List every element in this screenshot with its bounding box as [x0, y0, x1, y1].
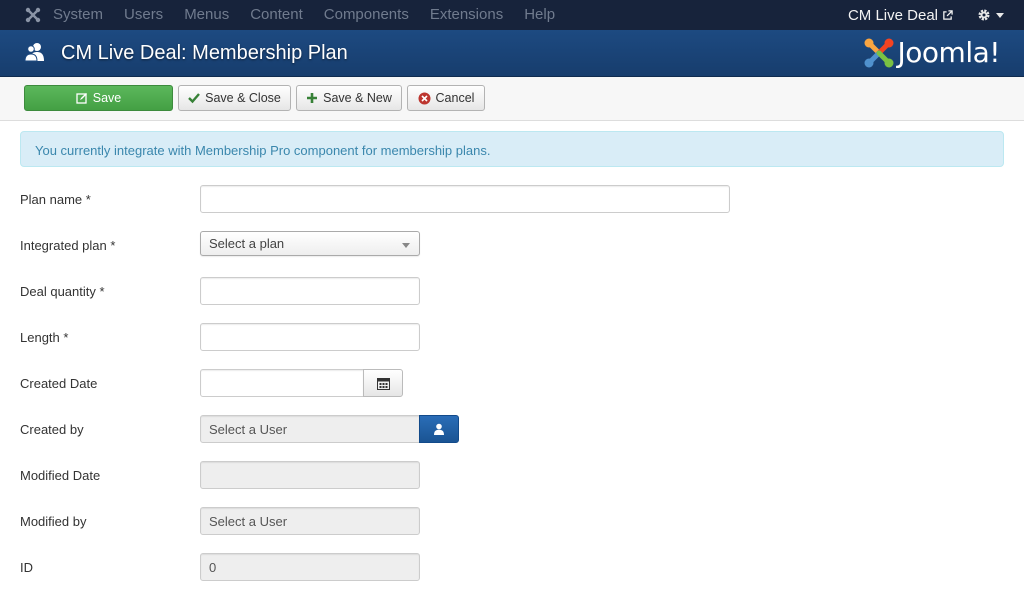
- save-close-label: Save & Close: [205, 91, 281, 105]
- modified-by-field: Select a User: [200, 507, 420, 535]
- menu-content[interactable]: Content: [250, 0, 303, 30]
- chevron-down-icon: [996, 12, 1004, 18]
- id-field: 0: [200, 553, 420, 581]
- menu-menus[interactable]: Menus: [184, 0, 229, 30]
- modified-by-label: Modified by: [20, 514, 87, 529]
- modified-date-field: [200, 461, 420, 489]
- cancel-label: Cancel: [435, 91, 475, 105]
- user-icon: [434, 423, 444, 435]
- external-link-icon: [943, 9, 953, 20]
- save-label: Save: [92, 91, 122, 105]
- top-navbar: System Users Menus Content Components Ex…: [0, 0, 1024, 30]
- deal-quantity-label: Deal quantity *: [20, 284, 105, 299]
- site-link[interactable]: CM Live Deal: [848, 7, 953, 24]
- id-label: ID: [20, 560, 33, 575]
- page-header: CM Live Deal: Membership Plan Joomla!: [0, 30, 1024, 77]
- menu-extensions[interactable]: Extensions: [430, 0, 503, 30]
- chevron-down-icon: [402, 243, 410, 248]
- integrated-plan-label: Integrated plan *: [20, 238, 116, 253]
- menu-system[interactable]: System: [53, 0, 103, 30]
- edit-icon: [76, 92, 88, 104]
- calendar-button[interactable]: [363, 369, 403, 397]
- users-icon: [24, 43, 44, 62]
- plan-name-input[interactable]: [200, 185, 730, 213]
- info-alert: You currently integrate with Membership …: [20, 131, 1004, 167]
- created-by-field: Select a User: [200, 415, 420, 443]
- calendar-icon: [376, 377, 390, 390]
- check-icon: [188, 92, 201, 104]
- page-title: CM Live Deal: Membership Plan: [61, 42, 348, 64]
- settings-dropdown[interactable]: [977, 8, 1004, 22]
- menu-users[interactable]: Users: [124, 0, 163, 30]
- cancel-circle-icon: [418, 92, 431, 105]
- save-new-button[interactable]: Save & New: [296, 85, 402, 111]
- length-label: Length *: [20, 330, 69, 345]
- integrated-plan-value: Select a plan: [209, 236, 285, 251]
- gear-icon: [978, 9, 990, 21]
- plan-name-label: Plan name *: [20, 192, 91, 207]
- plus-icon: [306, 92, 318, 104]
- save-close-button[interactable]: Save & Close: [178, 85, 291, 111]
- save-new-label: Save & New: [323, 91, 392, 105]
- site-link-label: CM Live Deal: [847, 6, 938, 24]
- length-input[interactable]: [200, 323, 420, 351]
- created-date-label: Created Date: [20, 376, 98, 391]
- save-button[interactable]: Save: [24, 85, 173, 111]
- joomla-brand-text: Joomla!: [897, 36, 1001, 69]
- created-by-label: Created by: [20, 422, 84, 437]
- joomla-icon[interactable]: [21, 3, 45, 27]
- joomla-logo-icon: [864, 38, 894, 67]
- integrated-plan-select[interactable]: Select a plan: [200, 231, 420, 256]
- select-user-button[interactable]: [419, 415, 459, 443]
- created-date-input[interactable]: [200, 369, 364, 397]
- toolbar: Save Save & Close Save & New Cancel: [0, 77, 1024, 121]
- modified-date-label: Modified Date: [20, 468, 101, 483]
- joomla-logo: Joomla!: [863, 36, 1001, 69]
- deal-quantity-input[interactable]: [200, 277, 420, 305]
- cancel-button[interactable]: Cancel: [407, 85, 485, 111]
- menu-help[interactable]: Help: [524, 0, 555, 30]
- menu-components[interactable]: Components: [324, 0, 409, 30]
